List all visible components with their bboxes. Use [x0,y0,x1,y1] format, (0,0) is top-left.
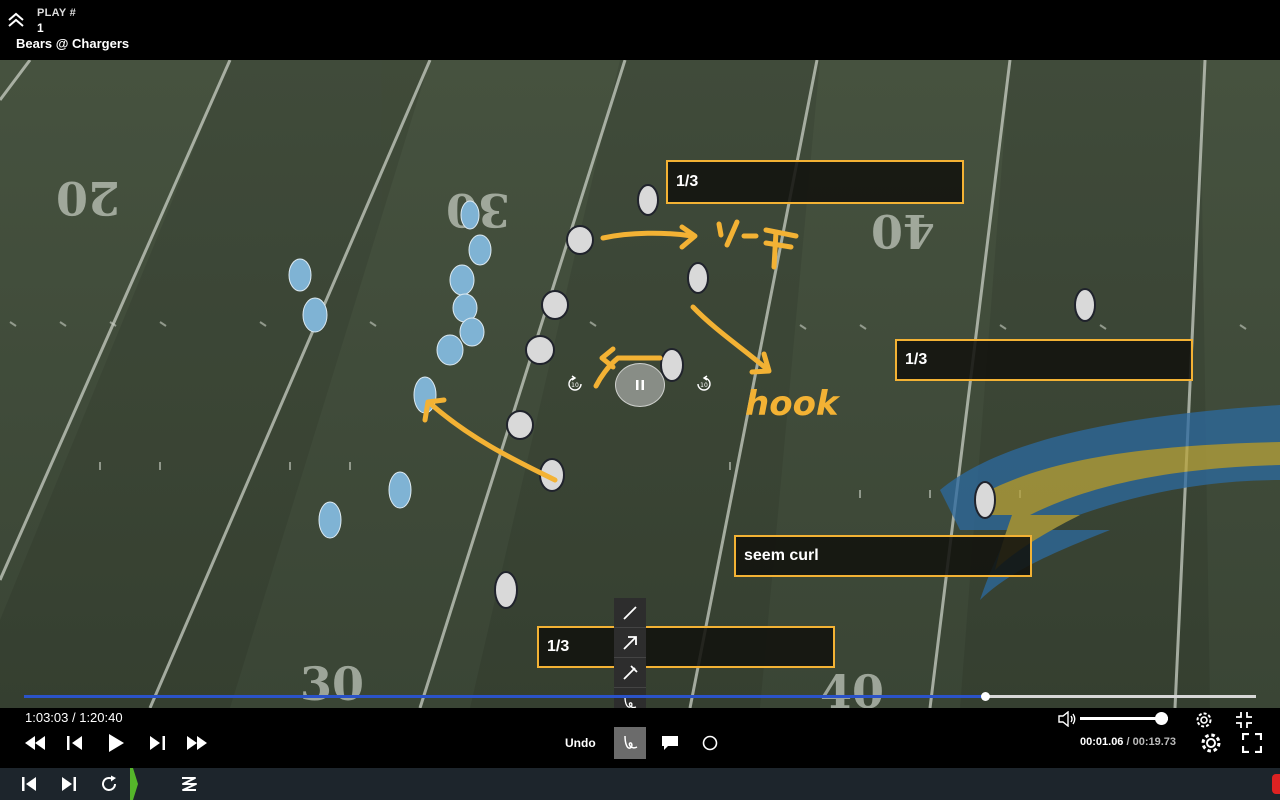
skip-to-end-icon[interactable] [58,775,80,793]
video-player[interactable]: 20 30 40 30 40 [0,60,1280,708]
play-icon[interactable] [105,732,127,754]
play-label: PLAY # [37,7,77,19]
fullscreen-icon[interactable] [1240,731,1264,755]
block-tool-icon[interactable] [614,658,646,688]
timeline-handle[interactable] [980,692,990,701]
freehand-tool-icon[interactable] [614,688,646,708]
clip-total-time: 00:19.73 [1132,736,1177,748]
undo-button[interactable]: Undo [565,736,596,750]
control-bar: 1:03:03 / 1:20:40 Undo 00:01.06 / 00:19.… [0,708,1280,768]
game-title: Bears @ Chargers [16,36,130,51]
playlist-bar [0,768,1280,800]
settings-icon[interactable] [1199,731,1223,755]
comment-icon[interactable] [660,733,680,753]
step-back-icon[interactable] [64,732,86,754]
drawing-tools-menu [614,598,646,708]
pen-icon[interactable] [614,727,646,759]
volume-icon[interactable] [1057,710,1079,728]
chevron-double-up-icon[interactable] [6,10,26,30]
note-box-top[interactable]: 1/3 [666,160,964,204]
note-box-right[interactable]: 1/3 [895,339,1193,381]
circle-tool-icon[interactable] [700,733,720,753]
clip-start-marker [130,768,138,800]
arrow-tool-icon[interactable] [614,628,646,658]
svg-text:10: 10 [571,382,579,389]
drawing-text-hook: hook [745,384,841,424]
fast-forward-icon[interactable] [184,732,210,754]
clip-time-readout: 00:01.06 / 00:19.73 [1080,736,1176,748]
yard-number-20: 20 [56,171,120,225]
loop-icon[interactable] [98,774,120,794]
step-forward-icon[interactable] [146,732,168,754]
timeline-played [24,695,985,698]
line-tool-icon[interactable] [614,598,646,628]
pause-icon[interactable] [615,363,665,407]
timeline-scrubber[interactable] [24,692,1256,701]
settings-icon[interactable] [1193,709,1215,731]
svg-text:10: 10 [700,382,708,389]
game-time-readout: 1:03:03 / 1:20:40 [25,710,123,725]
clip-time-separator: / [1123,736,1133,748]
skip-to-start-icon[interactable] [18,775,40,793]
note-box-bottom[interactable]: 1/3 [537,626,835,668]
yard-number-40: 40 [871,204,935,258]
volume-slider-handle[interactable] [1154,712,1168,725]
clip-current-time: 00:01.06 [1080,736,1124,748]
rewind-10-icon[interactable]: 10 [566,375,584,398]
zoom-scribble-icon[interactable] [178,774,200,794]
play-header: PLAY # 1 Bears @ Chargers [0,0,1280,60]
fast-rewind-icon[interactable] [22,732,48,754]
yard-number-40-bottom: 40 [820,665,884,708]
yard-number-30-bottom: 30 [300,657,364,708]
clip-end-marker [1272,774,1280,794]
note-box-seem-curl[interactable]: seem curl [734,535,1032,577]
play-number: 1 [37,21,44,35]
collapse-icon[interactable] [1233,709,1255,731]
forward-10-icon[interactable]: 10 [695,375,713,398]
